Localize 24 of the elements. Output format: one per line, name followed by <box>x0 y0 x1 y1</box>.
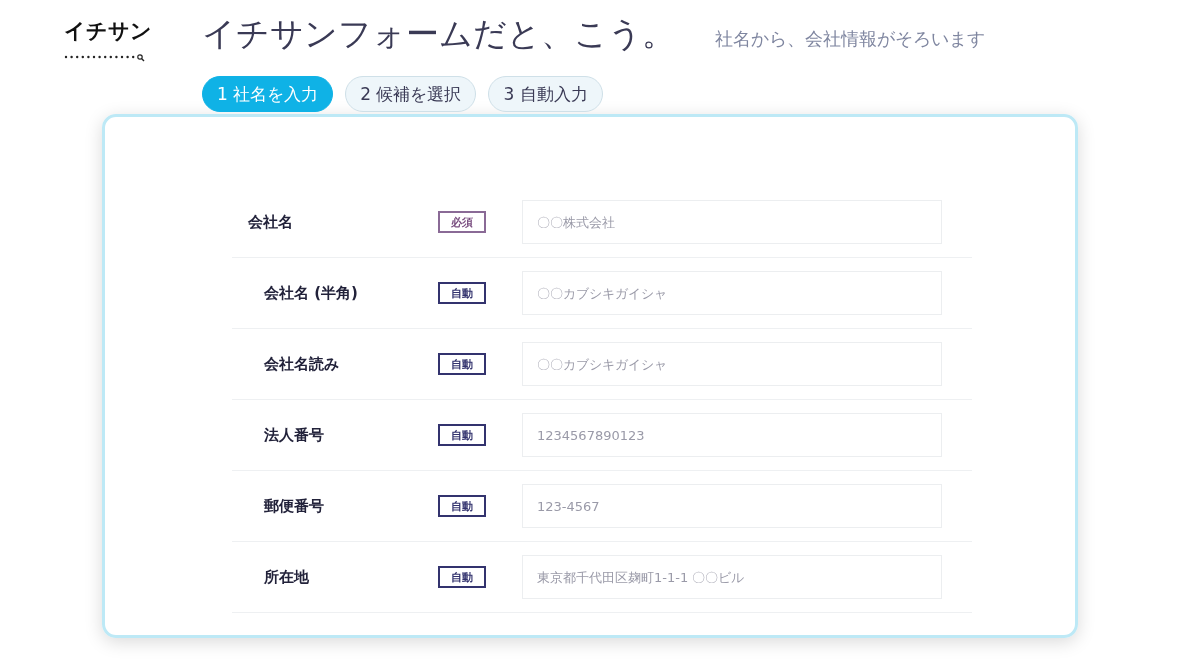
step-tab[interactable]: 3 自動入力 <box>488 76 603 112</box>
input-field[interactable]: 〇〇カブシキガイシャ <box>522 271 942 315</box>
page-title: イチサンフォームだと、こう。 <box>202 13 675 55</box>
field-label: 会社名 <box>247 212 294 232</box>
field-label: 郵便番号 <box>263 496 325 516</box>
field-badge: 自動 <box>438 353 486 375</box>
page-subtitle: 社名から、会社情報がそろいます <box>715 27 985 51</box>
input-field[interactable]: 1234567890123 <box>522 413 942 457</box>
field-label: 所在地 <box>263 567 310 587</box>
field-badge: 必須 <box>438 211 486 233</box>
field-badge: 自動 <box>438 282 486 304</box>
field-label: 会社名 (半角) <box>263 283 359 303</box>
field-label: 法人番号 <box>263 425 325 445</box>
dotted-search-icon <box>64 54 146 62</box>
logo-text: イチサン <box>64 18 152 45</box>
field-label: 会社名読み <box>263 354 340 374</box>
input-field[interactable]: 123-4567 <box>522 484 942 528</box>
field-badge: 自動 <box>438 495 486 517</box>
field-badge: 自動 <box>438 424 486 446</box>
step-tab[interactable]: 2 候補を選択 <box>345 76 477 112</box>
input-field[interactable]: 〇〇カブシキガイシャ <box>522 342 942 386</box>
input-field[interactable]: 〇〇株式会社 <box>522 200 942 244</box>
input-field[interactable]: 東京都千代田区麹町1-1-1 〇〇ビル <box>522 555 942 599</box>
field-badge: 自動 <box>438 566 486 588</box>
